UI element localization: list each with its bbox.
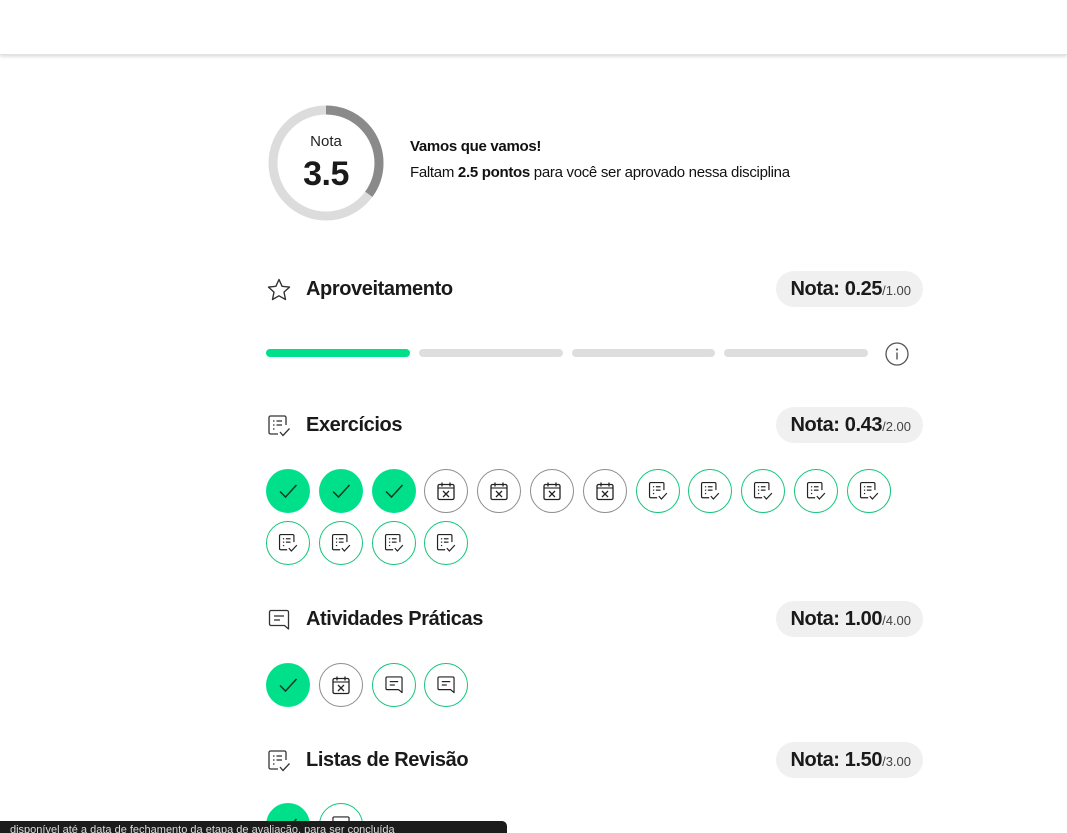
chat-icon bbox=[383, 674, 405, 696]
grade-label: Nota: bbox=[790, 414, 840, 436]
score-label: Nota bbox=[310, 133, 342, 150]
toast-message: disponível até a data de fechamento da e… bbox=[0, 821, 507, 833]
activity-missed[interactable] bbox=[424, 469, 469, 513]
aproveitamento-progress bbox=[266, 342, 923, 366]
motivation-title: Vamos que vamos! bbox=[410, 138, 542, 155]
grade-value: 1.50 bbox=[844, 749, 883, 771]
check-icon bbox=[277, 674, 299, 696]
section-title: Aproveitamento bbox=[306, 278, 453, 300]
info-icon[interactable] bbox=[884, 341, 910, 367]
grade-pill: Nota: 1.00/4.00 bbox=[776, 601, 923, 637]
missing-points: 2.5 pontos bbox=[457, 164, 530, 181]
activity-pending[interactable] bbox=[688, 469, 733, 513]
progress-segment bbox=[724, 349, 868, 357]
score-value: 3.5 bbox=[303, 155, 349, 193]
check-icon bbox=[383, 480, 405, 502]
activity-pending[interactable] bbox=[846, 469, 891, 513]
calendar-x-icon bbox=[488, 480, 510, 502]
motivation-message: Vamos que vamos! Faltam 2.5 pontos para … bbox=[410, 138, 790, 181]
checklist-icon bbox=[805, 480, 827, 502]
section-listas-revisao: Listas de Revisão Nota: 1.50/3.00 bbox=[266, 742, 923, 778]
motivation-text: Faltam 2.5 pontos para você ser aprovado… bbox=[410, 164, 790, 181]
activity-missed[interactable] bbox=[582, 469, 627, 513]
grade-max: /4.00 bbox=[882, 613, 911, 628]
section-exercicios: Exercícios Nota: 0.43/2.00 bbox=[266, 407, 923, 443]
checklist-icon bbox=[383, 532, 405, 554]
exercicios-activities bbox=[266, 469, 923, 569]
calendar-x-icon bbox=[435, 480, 457, 502]
checklist-icon bbox=[268, 750, 290, 772]
grade-label: Nota: bbox=[790, 749, 840, 771]
checklist-icon bbox=[268, 415, 290, 437]
checklist-icon bbox=[647, 480, 669, 502]
checklist-icon bbox=[435, 532, 457, 554]
activity-pending[interactable] bbox=[266, 521, 310, 565]
activity-pending[interactable] bbox=[371, 521, 416, 565]
activity-done[interactable] bbox=[318, 469, 363, 513]
activity-pending[interactable] bbox=[371, 663, 416, 707]
section-title: Exercícios bbox=[306, 414, 403, 436]
grades-panel: Nota 3.5 Vamos que vamos! Faltam 2.5 pon… bbox=[266, 0, 923, 829]
checklist-icon bbox=[858, 480, 880, 502]
progress-segment bbox=[266, 349, 410, 357]
calendar-x-icon bbox=[594, 480, 616, 502]
grade-pill: Nota: 1.50/3.00 bbox=[776, 742, 923, 778]
chat-icon bbox=[268, 609, 290, 630]
score-ring: Nota 3.5 bbox=[266, 103, 386, 223]
atividades-activities bbox=[266, 663, 923, 709]
activity-done[interactable] bbox=[266, 469, 310, 513]
checklist-icon bbox=[330, 532, 352, 554]
grade-max: /2.00 bbox=[882, 419, 911, 434]
section-atividades-praticas: Atividades Práticas Nota: 1.00/4.00 bbox=[266, 601, 923, 637]
progress-segment bbox=[419, 349, 563, 357]
motivation-text-before: Faltam bbox=[410, 164, 458, 181]
section-title: Listas de Revisão bbox=[306, 749, 469, 771]
grade-value: 0.25 bbox=[844, 278, 883, 300]
checklist-icon bbox=[699, 480, 721, 502]
grade-max: /3.00 bbox=[882, 754, 911, 769]
grade-label: Nota: bbox=[790, 278, 840, 300]
section-title: Atividades Práticas bbox=[306, 608, 483, 630]
checklist-icon bbox=[277, 532, 299, 554]
activity-pending[interactable] bbox=[424, 663, 469, 707]
grade-value: 1.00 bbox=[844, 608, 883, 630]
calendar-x-icon bbox=[330, 674, 352, 696]
check-icon bbox=[277, 480, 299, 502]
calendar-x-icon bbox=[541, 480, 563, 502]
activity-missed[interactable] bbox=[530, 469, 574, 513]
section-aproveitamento: Aproveitamento Nota: 0.25/1.00 bbox=[266, 271, 923, 307]
activity-done[interactable] bbox=[371, 469, 416, 513]
grade-value: 0.43 bbox=[844, 414, 883, 436]
grade-label: Nota: bbox=[790, 608, 840, 630]
grade-pill: Nota: 0.25/1.00 bbox=[776, 271, 923, 307]
activity-pending[interactable] bbox=[424, 521, 469, 565]
grade-max: /1.00 bbox=[882, 283, 911, 298]
activity-done[interactable] bbox=[266, 663, 310, 707]
grade-pill: Nota: 0.43/2.00 bbox=[776, 407, 923, 443]
activity-pending[interactable] bbox=[635, 469, 680, 513]
activity-pending[interactable] bbox=[318, 521, 363, 565]
activity-pending[interactable] bbox=[741, 469, 786, 513]
checklist-icon bbox=[752, 480, 774, 502]
activity-missed[interactable] bbox=[477, 469, 522, 513]
activity-pending[interactable] bbox=[794, 469, 838, 513]
chat-icon bbox=[435, 674, 457, 696]
star-icon bbox=[267, 278, 291, 301]
progress-segment bbox=[572, 349, 715, 357]
check-icon bbox=[330, 480, 352, 502]
activity-missed[interactable] bbox=[318, 663, 363, 707]
motivation-text-after: para você ser aprovado nessa disciplina bbox=[529, 164, 790, 181]
